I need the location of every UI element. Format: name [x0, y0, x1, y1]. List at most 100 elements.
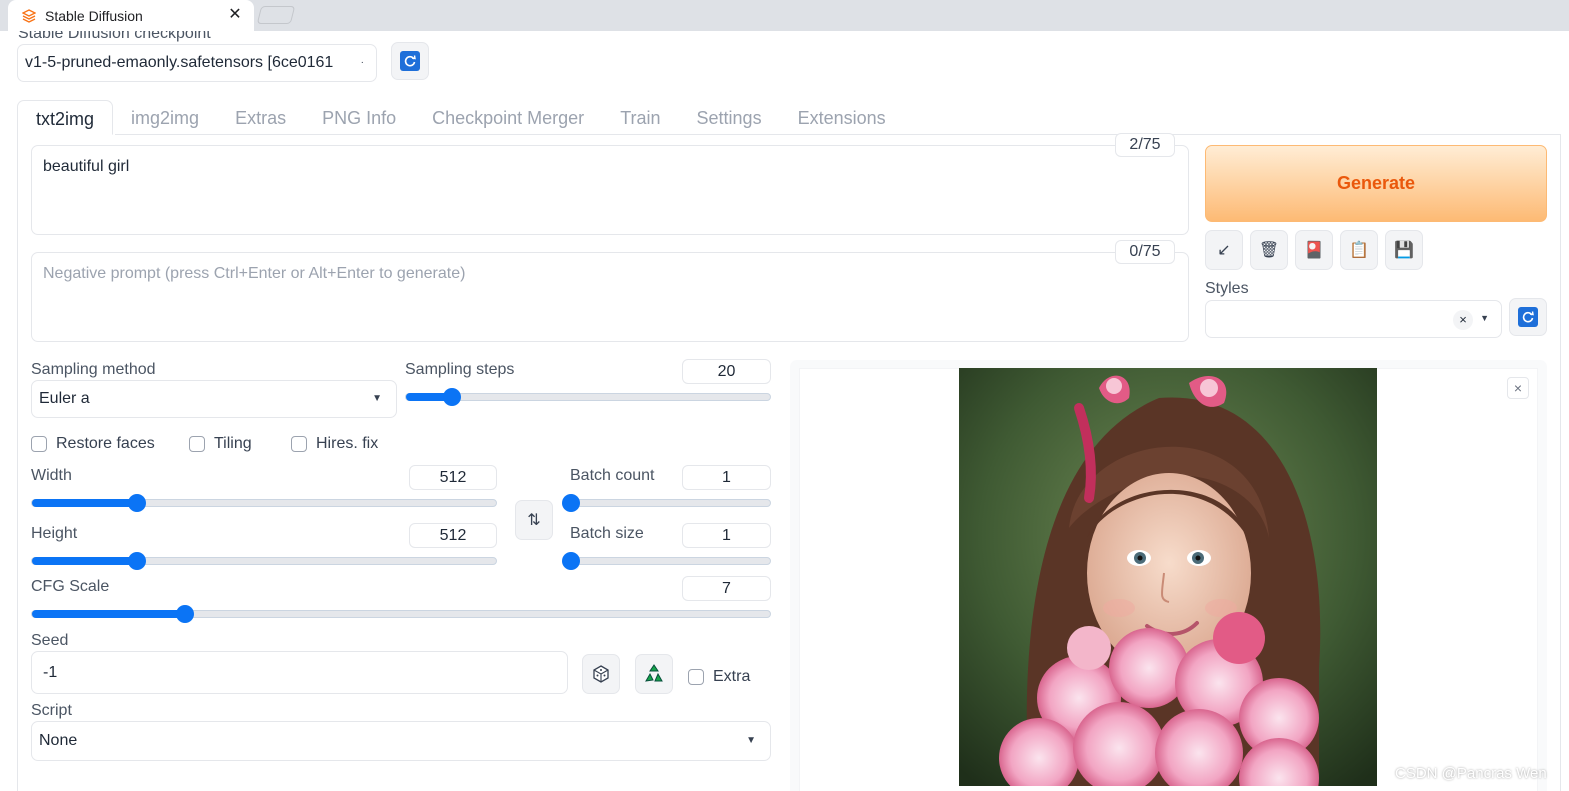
browser-tab[interactable]: Stable Diffusion ✕ [8, 0, 254, 31]
sampling-method-select[interactable]: Euler a ▼ [31, 380, 397, 418]
save-icon: 💾 [1394, 242, 1414, 259]
sampling-steps-label: Sampling steps [405, 361, 515, 378]
random-seed-button[interactable] [582, 654, 620, 694]
browser-tab-title: Stable Diffusion [45, 7, 143, 24]
styles-label: Styles [1205, 280, 1249, 297]
sampling-steps-input[interactable]: 20 [682, 359, 771, 384]
tab-settings[interactable]: Settings [679, 100, 780, 135]
restore-faces-label: Restore faces [56, 435, 155, 452]
sampling-steps-slider[interactable] [405, 388, 771, 406]
batch-size-input[interactable]: 1 [682, 523, 771, 548]
slider-fill [32, 557, 137, 565]
height-input[interactable]: 512 [409, 523, 497, 548]
slider-fill [32, 610, 185, 618]
browser-tab-bar: Stable Diffusion ✕ [0, 0, 1569, 31]
checkbox[interactable] [31, 436, 47, 452]
tab-png-info[interactable]: PNG Info [304, 100, 414, 135]
cfg-scale-input[interactable]: 7 [682, 576, 771, 601]
batch-size-label: Batch size [570, 525, 644, 542]
height-slider[interactable] [31, 552, 497, 570]
checkpoint-select[interactable]: v1-5-pruned-emaonly.safetensors [6ce0161… [17, 44, 377, 82]
refresh-icon [1518, 307, 1538, 327]
clear-prompt-button[interactable]: 🗑 [1250, 230, 1288, 270]
tab-train[interactable]: Train [602, 100, 678, 135]
stable-diffusion-favicon-icon [22, 8, 36, 23]
chevron-down-icon: ▼ [1480, 313, 1489, 323]
recycle-icon [645, 664, 663, 682]
slider-thumb[interactable] [127, 494, 146, 512]
close-tab-icon[interactable]: ✕ [226, 6, 244, 24]
batch-size-slider[interactable] [562, 552, 771, 570]
tab-img2img[interactable]: img2img [113, 100, 217, 135]
cfg-scale-slider[interactable] [31, 605, 771, 623]
refresh-checkpoint-button[interactable] [391, 42, 429, 80]
script-label: Script [31, 702, 72, 719]
width-input[interactable]: 512 [409, 465, 497, 490]
generated-image-art [959, 368, 1377, 786]
swap-dimensions-button[interactable]: ⇅ [515, 500, 553, 540]
width-slider[interactable] [31, 494, 497, 512]
cfg-scale-label: CFG Scale [31, 578, 110, 595]
seed-input[interactable]: -1 [31, 651, 568, 694]
save-style-button[interactable]: 💾 [1385, 230, 1423, 270]
red-card-icon: 🎴 [1304, 242, 1324, 259]
watermark: CSDN @Pancras Wen [1395, 765, 1547, 782]
prompt-token-counter: 2/75 [1115, 133, 1175, 157]
clipboard-icon: 📋 [1349, 242, 1369, 259]
batch-count-label: Batch count [570, 467, 655, 484]
read-params-button[interactable]: ↙ [1205, 230, 1243, 270]
height-label: Height [31, 525, 78, 542]
checkbox[interactable] [291, 436, 307, 452]
sampling-method-label: Sampling method [31, 361, 156, 378]
batch-count-input[interactable]: 1 [682, 465, 771, 490]
width-label: Width [31, 467, 72, 484]
prompt-textarea[interactable]: beautiful girl [31, 145, 1189, 235]
hires-fix-label: Hires. fix [316, 435, 379, 452]
tiling-checkbox[interactable]: Tiling [189, 435, 252, 453]
batch-count-slider[interactable] [562, 494, 771, 512]
slider-thumb[interactable] [127, 552, 146, 570]
negative-prompt-textarea[interactable]: Negative prompt (press Ctrl+Enter or Alt… [31, 252, 1189, 342]
chevron-down-icon: · [360, 57, 364, 68]
script-select[interactable]: None ▼ [31, 721, 771, 761]
checkpoint-value: v1-5-pruned-emaonly.safetensors [6ce0161 [25, 54, 334, 71]
refresh-styles-button[interactable] [1509, 298, 1547, 336]
extra-seed-checkbox[interactable]: Extra [688, 668, 750, 686]
tiling-label: Tiling [214, 435, 252, 452]
generate-button[interactable]: Generate [1205, 145, 1547, 222]
seed-label: Seed [31, 632, 69, 649]
restore-faces-checkbox[interactable]: Restore faces [31, 435, 155, 453]
apply-style-button[interactable]: 📋 [1340, 230, 1378, 270]
checkbox[interactable] [189, 436, 205, 452]
negative-prompt-token-counter: 0/75 [1115, 240, 1175, 264]
slider-fill [32, 499, 137, 507]
reuse-seed-button[interactable] [635, 654, 673, 694]
slider-thumb[interactable] [562, 552, 580, 570]
slider-thumb[interactable] [562, 494, 580, 512]
dice-icon [593, 665, 609, 683]
chevron-down-icon: ▼ [746, 735, 756, 746]
close-icon[interactable]: × [1507, 377, 1529, 399]
sampling-method-value: Euler a [39, 390, 90, 407]
tab-extensions[interactable]: Extensions [780, 100, 904, 135]
slider-thumb[interactable] [175, 605, 194, 623]
chevron-down-icon: ▼ [372, 393, 382, 404]
new-tab-button[interactable] [256, 6, 296, 24]
styles-select[interactable]: × ▼ [1205, 300, 1502, 338]
main-tabs: txt2img img2img Extras PNG Info Checkpoi… [17, 100, 904, 135]
clear-icon[interactable]: × [1453, 310, 1473, 330]
extra-networks-button[interactable]: 🎴 [1295, 230, 1333, 270]
tab-txt2img[interactable]: txt2img [17, 100, 114, 135]
checkpoint-label: Stable Diffusion checkpoint [18, 31, 211, 42]
webui-app: Stable Diffusion checkpoint v1-5-pruned-… [0, 31, 1569, 791]
hires-fix-checkbox[interactable]: Hires. fix [291, 435, 378, 453]
extra-label: Extra [713, 668, 751, 685]
tab-checkpoint-merger[interactable]: Checkpoint Merger [414, 100, 602, 135]
tab-extras[interactable]: Extras [217, 100, 304, 135]
generated-image[interactable] [959, 368, 1377, 786]
script-value: None [39, 732, 78, 749]
trash-icon: 🗑 [1258, 242, 1280, 259]
arrow-down-left-icon: ↙ [1217, 242, 1231, 259]
refresh-icon [400, 51, 420, 71]
checkbox[interactable] [688, 669, 704, 685]
